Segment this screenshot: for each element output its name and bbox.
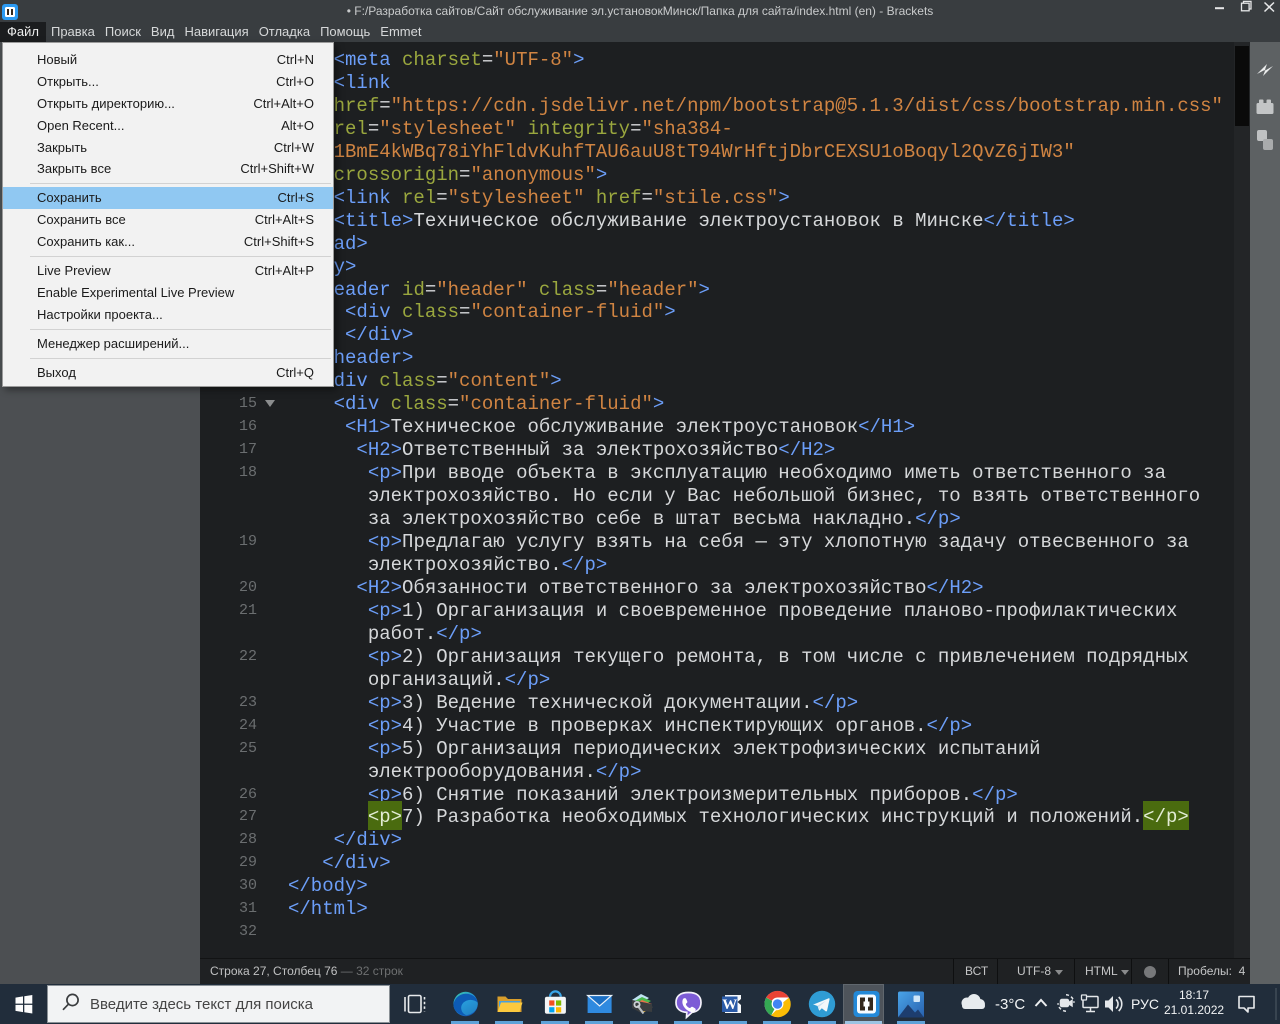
svg-text:W: W (722, 997, 737, 1013)
